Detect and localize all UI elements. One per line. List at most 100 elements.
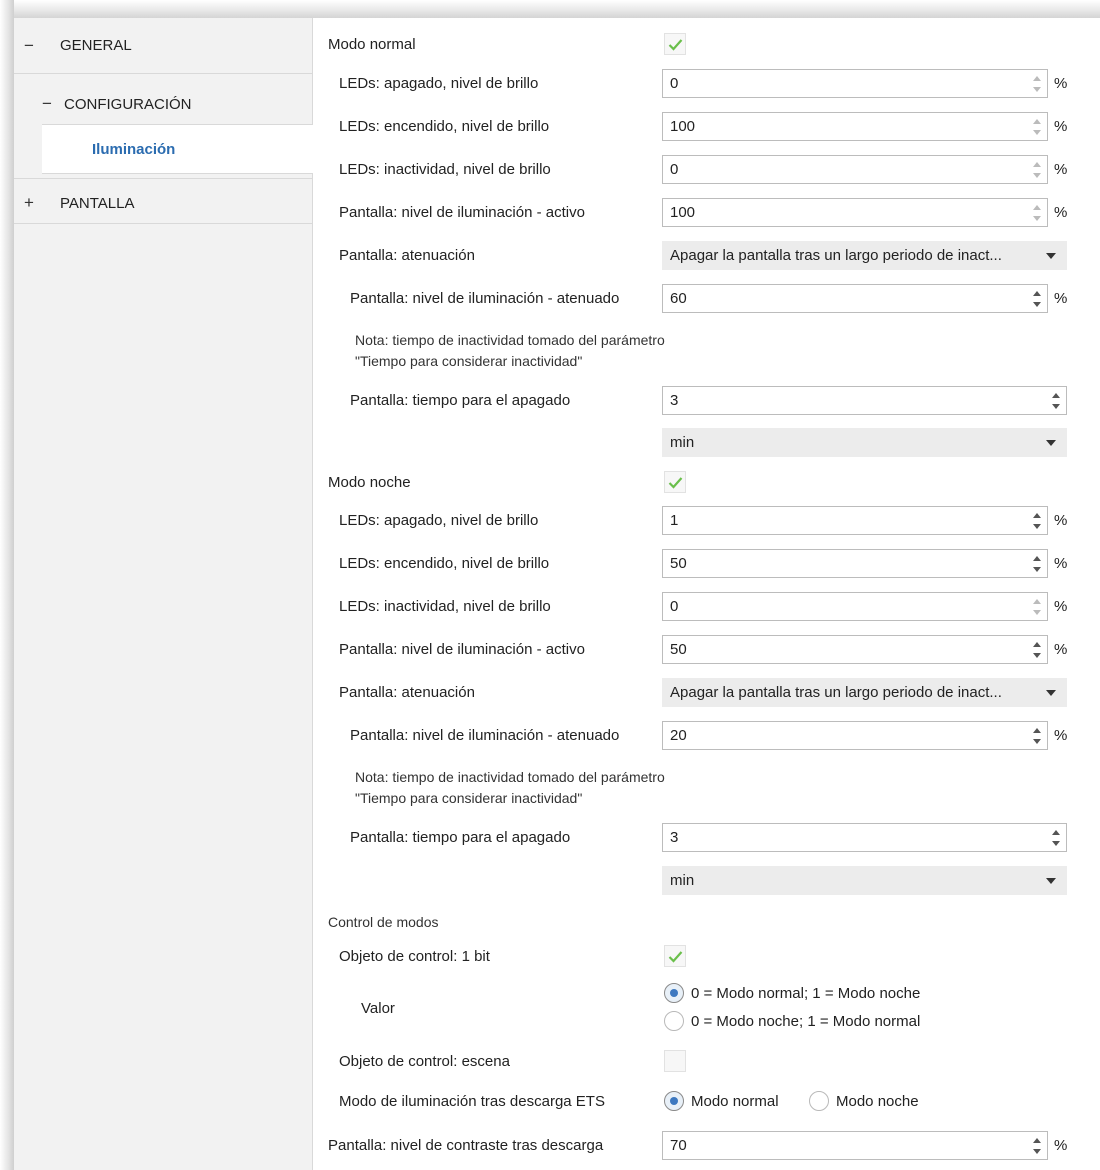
spin-arrows-icon[interactable] [1031,596,1043,618]
spin-arrows-icon[interactable] [1031,288,1043,310]
parameter-panel: Modo normal LEDs: apagado, nivel de bril… [313,18,1100,1170]
field-row: LEDs: inactividad, nivel de brillo 0 % [313,591,1100,622]
checkmark-icon [668,951,683,963]
led-off-brightness-input[interactable]: 1 [662,506,1048,535]
expand-icon[interactable]: + [18,193,40,213]
screen-off-time-input[interactable]: 3 [662,386,1067,415]
field-label: Pantalla: atenuación [339,247,475,264]
radio-label: 0 = Modo noche; 1 = Modo normal [691,1012,921,1030]
field-label: Pantalla: nivel de iluminación - activo [339,204,585,221]
field-label: Modo de iluminación tras descarga ETS [339,1092,605,1110]
sidebar-item-configuracion[interactable]: − CONFIGURACIÓN [14,86,313,122]
radio-selected-icon[interactable] [664,1091,684,1111]
field-row: Pantalla: tiempo para el apagado 3 [313,822,1100,853]
screen-dimmed-level-input[interactable]: 60 [662,284,1048,313]
time-unit-select[interactable]: min [662,866,1067,895]
spin-arrows-icon[interactable] [1031,1135,1043,1157]
modo-noche-checkbox[interactable] [664,471,686,493]
field-row: min [313,865,1100,896]
field-label: LEDs: apagado, nivel de brillo [339,512,539,529]
field-row: LEDs: encendido, nivel de brillo 50 % [313,548,1100,579]
led-on-brightness-input[interactable]: 100 [662,112,1048,141]
field-value: 20 [670,727,687,744]
control-object-1bit-checkbox[interactable] [664,945,686,967]
field-label: Pantalla: nivel de iluminación - activo [339,641,585,658]
led-off-brightness-input[interactable]: 0 [662,69,1048,98]
spin-arrows-icon[interactable] [1031,553,1043,575]
time-unit-select[interactable]: min [662,428,1067,457]
field-value: 0 [670,598,679,615]
field-value: 3 [670,829,679,846]
field-row: min [313,427,1100,458]
field-row: LEDs: apagado, nivel de brillo 0 % [313,68,1100,99]
field-label: Pantalla: nivel de iluminación - atenuad… [350,290,620,307]
spin-arrows-icon[interactable] [1031,639,1043,661]
field-label: Pantalla: tiempo para el apagado [350,829,571,846]
section-modo-noche: Modo noche [313,468,1100,496]
screen-dimming-select[interactable]: Apagar la pantalla tras un largo periodo… [662,241,1067,270]
field-value: 50 [670,641,687,658]
spin-arrows-icon[interactable] [1031,202,1043,224]
divider [14,223,313,224]
after-download-option-normal[interactable]: Modo normal [664,1091,779,1111]
screen-dimming-select[interactable]: Apagar la pantalla tras un largo periodo… [662,678,1067,707]
spin-arrows-icon[interactable] [1031,725,1043,747]
screen-active-level-input[interactable]: 100 [662,198,1048,227]
sidebar-item-label: Iluminación [92,140,176,158]
sidebar-item-pantalla[interactable]: + PANTALLA [14,183,313,223]
field-value: 70 [670,1137,687,1154]
checkmark-icon [668,39,683,51]
field-label: LEDs: inactividad, nivel de brillo [339,598,551,615]
section-title: Control de modos [328,914,439,930]
unit-label: % [1054,118,1068,135]
spin-arrows-icon[interactable] [1050,827,1062,849]
collapse-icon[interactable]: − [36,94,58,114]
field-row: Pantalla: nivel de contraste tras descar… [313,1130,1100,1161]
field-label: Objeto de control: 1 bit [339,947,490,965]
spin-arrows-icon[interactable] [1031,159,1043,181]
radio-unselected-icon[interactable] [809,1091,829,1111]
unit-label: % [1054,290,1068,307]
led-idle-brightness-input[interactable]: 0 [662,592,1048,621]
field-value: 1 [670,512,679,529]
field-value: 100 [670,118,696,135]
spin-arrows-icon[interactable] [1031,116,1043,138]
radio-unselected-icon[interactable] [664,1011,684,1031]
sidebar-item-general[interactable]: − GENERAL [14,18,313,73]
led-on-brightness-input[interactable]: 50 [662,549,1048,578]
spin-arrows-icon[interactable] [1031,73,1043,95]
field-label: Pantalla: atenuación [339,684,475,701]
inactivity-note: Nota: tiempo de inactividad tomado del p… [355,767,665,809]
unit-label: % [1054,641,1068,658]
modo-normal-checkbox[interactable] [664,33,686,55]
unit-label: % [1054,75,1068,92]
section-title: Modo normal [328,35,416,53]
note-line: "Tiempo para considerar inactividad" [355,790,583,806]
radio-selected-icon[interactable] [664,983,684,1003]
checkmark-icon [668,477,683,489]
valor-option-normal-noche[interactable]: 0 = Modo normal; 1 = Modo noche [664,983,920,1003]
contrast-level-input[interactable]: 70 [662,1131,1048,1160]
sidebar-item-label: PANTALLA [60,194,135,212]
field-row: Objeto de control: escena [313,1047,1100,1075]
select-value: min [670,872,695,889]
radio-label: Modo noche [836,1092,919,1110]
note-line: Nota: tiempo de inactividad tomado del p… [355,769,665,785]
led-idle-brightness-input[interactable]: 0 [662,155,1048,184]
screen-off-time-input[interactable]: 3 [662,823,1067,852]
select-value: min [670,434,695,451]
section-modo-normal: Modo normal [313,30,1100,58]
field-row: Objeto de control: 1 bit [313,942,1100,970]
spin-arrows-icon[interactable] [1031,510,1043,532]
spin-arrows-icon[interactable] [1050,390,1062,412]
sidebar-item-iluminacion[interactable]: Iluminación [42,124,314,174]
after-download-option-noche[interactable]: Modo noche [809,1091,919,1111]
screen-dimmed-level-input[interactable]: 20 [662,721,1048,750]
chevron-down-icon [1046,440,1056,446]
screen-active-level-input[interactable]: 50 [662,635,1048,664]
valor-option-noche-normal[interactable]: 0 = Modo noche; 1 = Modo normal [664,1011,920,1031]
note-line: "Tiempo para considerar inactividad" [355,353,583,369]
control-object-scene-checkbox[interactable] [664,1050,686,1072]
collapse-icon[interactable]: − [18,36,40,56]
inactivity-note: Nota: tiempo de inactividad tomado del p… [355,330,665,372]
